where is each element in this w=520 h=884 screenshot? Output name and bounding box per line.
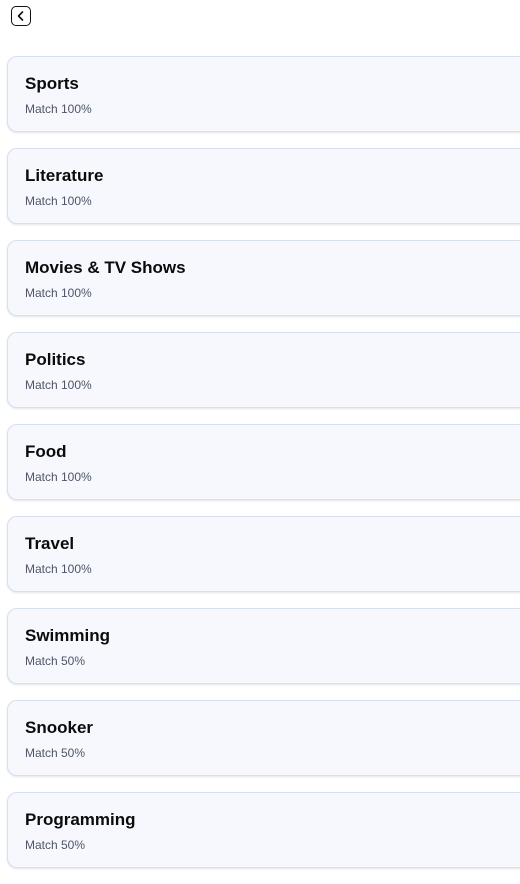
interest-title: Food [25, 442, 67, 461]
list-item[interactable]: Movies & TV Shows Match 100% [7, 240, 520, 316]
back-button[interactable] [11, 6, 31, 26]
match-percentage: Match 50% [25, 746, 86, 760]
interest-title: Literature [25, 166, 104, 185]
match-percentage: Match 100% [25, 194, 92, 208]
interest-title: Programming [25, 810, 136, 829]
match-percentage: Match 100% [25, 378, 92, 392]
list-item[interactable]: Food Match 100% [7, 424, 520, 500]
list-item[interactable]: Sports Match 100% [7, 56, 520, 132]
chevron-left-icon [15, 10, 27, 22]
interest-title: Snooker [25, 718, 94, 737]
interest-list: Sports Match 100% Literature Match 100% … [7, 56, 520, 884]
interest-title: Swimming [25, 626, 111, 645]
match-percentage: Match 100% [25, 562, 92, 576]
list-item[interactable]: Politics Match 100% [7, 332, 520, 408]
list-item[interactable]: Swimming Match 50% [7, 608, 520, 684]
match-percentage: Match 50% [25, 654, 86, 668]
interest-title: Sports [25, 74, 79, 93]
interest-title: Travel [25, 534, 75, 553]
match-percentage: Match 100% [25, 102, 92, 116]
interest-title: Movies & TV Shows [25, 258, 186, 277]
match-percentage: Match 50% [25, 838, 86, 852]
list-item[interactable]: Travel Match 100% [7, 516, 520, 592]
list-item[interactable]: Programming Match 50% [7, 792, 520, 868]
interest-title: Politics [25, 350, 86, 369]
match-percentage: Match 100% [25, 286, 92, 300]
list-item[interactable]: Snooker Match 50% [7, 700, 520, 776]
list-item[interactable]: Literature Match 100% [7, 148, 520, 224]
match-percentage: Match 100% [25, 470, 92, 484]
